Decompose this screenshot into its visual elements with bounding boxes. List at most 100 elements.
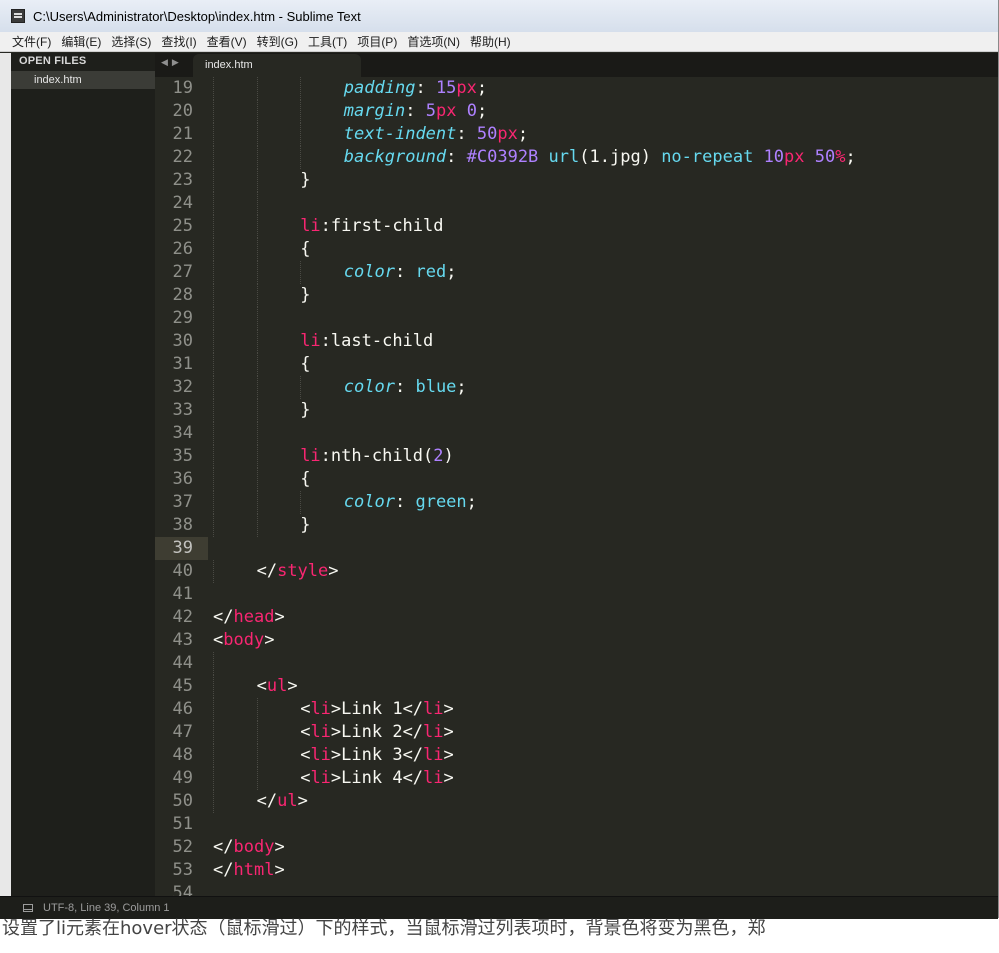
sidebar-file-index-htm[interactable]: index.htm xyxy=(11,71,155,89)
code-text: li:last-child xyxy=(300,330,433,353)
code-line[interactable]: 21 text-indent: 50px; xyxy=(155,123,998,146)
indent-guide xyxy=(213,721,215,744)
code-text: margin: 5px 0; xyxy=(344,100,487,123)
code-line[interactable]: 46 <li>Link 1</li> xyxy=(155,698,998,721)
code-token: padding xyxy=(343,78,416,98)
indent-guide xyxy=(256,330,259,353)
code-line[interactable]: 53 </html> xyxy=(155,859,998,882)
code-token: :first-child xyxy=(320,216,444,236)
tab-nav-arrows[interactable]: ◀▶ xyxy=(161,58,183,68)
code-line[interactable]: 29 xyxy=(155,307,998,330)
code-token: < xyxy=(300,745,311,765)
menu-item-5[interactable]: 转到(G) xyxy=(257,33,298,50)
tab-next-icon[interactable]: ▶ xyxy=(172,58,183,68)
code-line[interactable]: 19 padding: 15px; xyxy=(155,77,998,100)
menu-item-6[interactable]: 工具(T) xyxy=(308,33,347,50)
code-token: :last-child xyxy=(320,331,434,351)
code-line[interactable]: 51 xyxy=(155,813,998,836)
code-token: li xyxy=(310,722,331,742)
code-line[interactable]: 27 color: red; xyxy=(155,261,998,284)
code-token: background xyxy=(343,147,447,167)
menu-item-7[interactable]: 项目(P) xyxy=(357,33,397,50)
code-line[interactable]: 40 </style> xyxy=(155,560,998,583)
code-token: body xyxy=(233,837,275,857)
indent-guide xyxy=(213,77,215,100)
code-token: head xyxy=(233,607,275,627)
code-line[interactable]: 20 margin: 5px 0; xyxy=(155,100,998,123)
code-line[interactable]: 42 </head> xyxy=(155,606,998,629)
code-line[interactable]: 38} xyxy=(155,514,998,537)
code-line[interactable]: 23} xyxy=(155,169,998,192)
code-line[interactable]: 26 { xyxy=(155,238,998,261)
code-line[interactable]: 48 <li>Link 3</li> xyxy=(155,744,998,767)
menu-item-9[interactable]: 帮助(H) xyxy=(470,33,511,50)
menu-item-0[interactable]: 文件(F) xyxy=(12,33,51,50)
code-token: > xyxy=(287,676,298,696)
code-token: ; xyxy=(456,377,467,397)
code-editor[interactable]: 19 padding: 15px; 20 margin: 5px 0; 21 text-i… xyxy=(155,77,998,896)
code-token: </ xyxy=(213,860,234,880)
code-token: </ xyxy=(213,607,234,627)
window-left-edge xyxy=(0,53,11,896)
code-line[interactable]: 28} xyxy=(155,284,998,307)
indent-guide xyxy=(213,169,215,192)
code-line[interactable]: 49 <li>Link 4</li> xyxy=(155,767,998,790)
code-token: color xyxy=(343,492,395,512)
code-line[interactable]: 47 <li>Link 2</li> xyxy=(155,721,998,744)
code-text: <li>Link 4</li> xyxy=(300,767,454,790)
code-token: 0 xyxy=(466,101,477,121)
code-line[interactable]: 30 li:last-child xyxy=(155,330,998,353)
code-line[interactable]: 50 </ul> xyxy=(155,790,998,813)
indent-guide xyxy=(213,399,215,422)
code-line[interactable]: 24 xyxy=(155,192,998,215)
tab-prev-icon[interactable]: ◀ xyxy=(161,58,172,68)
code-line[interactable]: 43 <body> xyxy=(155,629,998,652)
code-line[interactable]: 31 { xyxy=(155,353,998,376)
code-token: % xyxy=(835,147,846,167)
code-line[interactable]: 22 background: #C0392B url(1.jpg) no-repe… xyxy=(155,146,998,169)
code-line[interactable]: 33} xyxy=(155,399,998,422)
tab-index-htm[interactable]: index.htm xyxy=(193,54,361,77)
tab-label: index.htm xyxy=(205,59,253,71)
code-line[interactable]: 54 xyxy=(155,882,998,896)
indent-guide xyxy=(300,77,302,100)
code-token: px xyxy=(784,147,805,167)
indent-guide xyxy=(256,284,259,307)
code-line[interactable]: 39 xyxy=(155,537,998,560)
code-text: { xyxy=(300,468,310,491)
code-text: </style> xyxy=(257,560,339,583)
code-token: >Link 4</ xyxy=(330,768,424,788)
code-token: < xyxy=(213,630,224,650)
code-line[interactable]: 44 xyxy=(155,652,998,675)
code-line[interactable]: 34 xyxy=(155,422,998,445)
code-token: li xyxy=(300,331,321,351)
line-number: 35 xyxy=(172,446,193,466)
code-line[interactable]: 25 li:first-child xyxy=(155,215,998,238)
code-text: </head> xyxy=(213,606,285,629)
code-line[interactable]: 35 li:nth-child(2) xyxy=(155,445,998,468)
code-line[interactable]: 45 <ul> xyxy=(155,675,998,698)
code-line[interactable]: 52 </body> xyxy=(155,836,998,859)
code-token: color xyxy=(343,377,395,397)
code-token: px xyxy=(435,101,457,121)
code-line[interactable]: 41 xyxy=(155,583,998,606)
indent-guide xyxy=(256,491,259,514)
panel-toggle-icon[interactable] xyxy=(23,904,33,912)
menu-item-8[interactable]: 首选项(N) xyxy=(407,33,460,50)
indent-guide xyxy=(300,123,302,146)
indent-guide xyxy=(213,767,215,790)
code-line[interactable]: 36 { xyxy=(155,468,998,491)
code-line[interactable]: 32 color: blue; xyxy=(155,376,998,399)
menu-item-4[interactable]: 查看(V) xyxy=(207,33,247,50)
code-token: html xyxy=(233,860,275,880)
indent-guide xyxy=(256,422,259,445)
code-line[interactable]: 37 color: green; xyxy=(155,491,998,514)
line-number: 20 xyxy=(172,101,193,121)
indent-guide xyxy=(213,698,215,721)
line-number: 32 xyxy=(172,377,193,397)
menu-item-2[interactable]: 选择(S) xyxy=(111,33,151,50)
menu-item-3[interactable]: 查找(I) xyxy=(161,33,196,50)
tab-bar: ◀▶ index.htm xyxy=(155,53,998,77)
menu-item-1[interactable]: 编辑(E) xyxy=(61,33,101,50)
code-token: < xyxy=(300,768,311,788)
